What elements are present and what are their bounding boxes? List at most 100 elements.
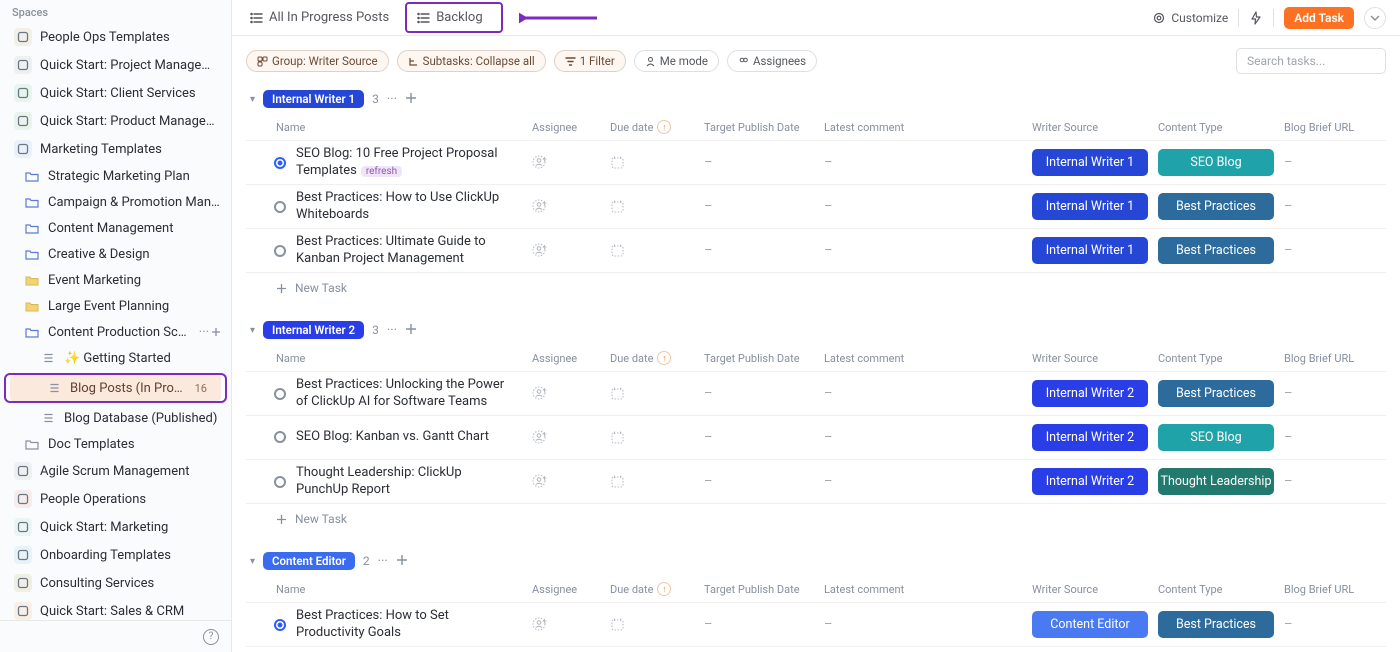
cell-brief-url[interactable]: – [1278, 199, 1378, 214]
sidebar-item[interactable]: Onboarding Templates [0, 541, 231, 569]
group-more-icon[interactable]: ··· [378, 554, 388, 569]
sidebar-item[interactable]: Quick Start: Product Management [0, 107, 231, 135]
sidebar-item[interactable]: Agile Scrum Management [0, 457, 231, 485]
col-latest-comment[interactable]: Latest comment [818, 121, 1026, 134]
task-row[interactable]: Best Practices: How to Use ClickUp White… [246, 185, 1386, 229]
group-add-icon[interactable] [396, 554, 408, 566]
sidebar-item[interactable]: Blog Database (Published) [0, 405, 231, 431]
assign-person-icon[interactable] [532, 155, 548, 171]
calendar-icon[interactable] [610, 199, 625, 214]
automation-icon[interactable] [1249, 11, 1263, 25]
content-type-tag[interactable]: Best Practices [1158, 380, 1274, 407]
assign-person-icon[interactable] [532, 474, 548, 490]
group-name-badge[interactable]: Internal Writer 1 [263, 90, 364, 108]
cell-brief-url[interactable]: – [1278, 386, 1378, 401]
collapse-toggle[interactable]: ▾ [250, 556, 255, 567]
group-more-icon[interactable]: ··· [387, 92, 397, 107]
sidebar-item[interactable]: Event Marketing [0, 267, 231, 293]
content-type-tag[interactable]: Best Practices [1158, 193, 1274, 220]
col-latest-comment[interactable]: Latest comment [818, 352, 1026, 365]
status-dot[interactable] [274, 245, 286, 257]
col-due-date[interactable]: Due date ↑ [604, 582, 698, 596]
content-type-tag[interactable]: SEO Blog [1158, 149, 1274, 176]
assign-person-icon[interactable] [532, 386, 548, 402]
cell-publish-date[interactable]: – [698, 430, 818, 445]
cell-publish-date[interactable]: – [698, 155, 818, 170]
assign-person-icon[interactable] [532, 430, 548, 446]
calendar-icon[interactable] [610, 617, 625, 632]
tab-backlog[interactable]: Backlog [405, 2, 502, 33]
col-content-type[interactable]: Content Type [1152, 352, 1278, 365]
assignees-pill[interactable]: Assignees [727, 50, 817, 72]
sidebar-item[interactable]: Strategic Marketing Plan [0, 163, 231, 189]
task-row[interactable]: SEO Blog: 10 Free Project Proposal Templ… [246, 141, 1386, 185]
col-content-type[interactable]: Content Type [1152, 583, 1278, 596]
cell-brief-url[interactable]: – [1278, 243, 1378, 258]
cell-publish-date[interactable]: – [698, 386, 818, 401]
col-blog-brief-url[interactable]: Blog Brief URL [1278, 583, 1378, 596]
col-due-date[interactable]: Due date ↑ [604, 351, 698, 365]
task-row[interactable]: Best Practices: How to Set Productivity … [246, 603, 1386, 647]
group-add-icon[interactable] [405, 323, 417, 335]
col-name[interactable]: Name [246, 352, 526, 365]
cell-brief-url[interactable]: – [1278, 155, 1378, 170]
group-add-icon[interactable] [405, 92, 417, 104]
subtasks-pill[interactable]: Subtasks: Collapse all [397, 50, 546, 72]
sidebar-item[interactable]: Doc Templates [0, 431, 231, 457]
col-name[interactable]: Name [246, 583, 526, 596]
calendar-icon[interactable] [610, 430, 625, 445]
sidebar-item[interactable]: Creative & Design [0, 241, 231, 267]
content-type-tag[interactable]: Best Practices [1158, 611, 1274, 638]
status-dot[interactable] [274, 201, 286, 213]
calendar-icon[interactable] [610, 386, 625, 401]
col-latest-comment[interactable]: Latest comment [818, 583, 1026, 596]
help-icon[interactable]: ? [203, 629, 219, 645]
cell-latest-comment[interactable]: – [818, 386, 1026, 401]
sidebar-item[interactable]: Quick Start: Marketing [0, 513, 231, 541]
writer-source-tag[interactable]: Internal Writer 1 [1032, 237, 1148, 264]
sidebar-item[interactable]: Consulting Services [0, 569, 231, 597]
assign-person-icon[interactable] [532, 617, 548, 633]
filter-pill[interactable]: 1 Filter [554, 50, 626, 72]
tab-all-in-progress[interactable]: All In Progress Posts [240, 6, 399, 29]
col-writer-source[interactable]: Writer Source [1026, 583, 1152, 596]
cell-latest-comment[interactable]: – [818, 199, 1026, 214]
search-input[interactable] [1236, 48, 1386, 74]
content-type-tag[interactable]: SEO Blog [1158, 424, 1274, 451]
writer-source-tag[interactable]: Content Editor [1032, 611, 1148, 638]
col-publish-date[interactable]: Target Publish Date [698, 121, 818, 134]
task-row[interactable]: Best Practices: Ultimate Guide to Kanban… [246, 229, 1386, 273]
cell-latest-comment[interactable]: – [818, 430, 1026, 445]
sidebar-item[interactable]: Blog Posts (In Progress)16 [10, 375, 221, 401]
cell-publish-date[interactable]: – [698, 199, 818, 214]
writer-source-tag[interactable]: Internal Writer 2 [1032, 468, 1148, 495]
sidebar-item[interactable]: ✨ Getting Started [0, 345, 231, 371]
assign-person-icon[interactable] [532, 243, 548, 259]
calendar-icon[interactable] [610, 243, 625, 258]
sidebar-item[interactable]: Content Production Scali…··· [0, 319, 231, 345]
cell-latest-comment[interactable]: – [818, 155, 1026, 170]
col-due-date[interactable]: Due date ↑ [604, 120, 698, 134]
writer-source-tag[interactable]: Internal Writer 2 [1032, 424, 1148, 451]
col-content-type[interactable]: Content Type [1152, 121, 1278, 134]
col-assignee[interactable]: Assignee [526, 352, 604, 365]
add-task-menu[interactable] [1364, 7, 1386, 29]
group-pill[interactable]: Group: Writer Source [246, 50, 389, 72]
writer-source-tag[interactable]: Internal Writer 2 [1032, 380, 1148, 407]
assign-person-icon[interactable] [532, 199, 548, 215]
col-assignee[interactable]: Assignee [526, 121, 604, 134]
status-dot[interactable] [274, 157, 286, 169]
col-publish-date[interactable]: Target Publish Date [698, 352, 818, 365]
status-dot[interactable] [274, 431, 286, 443]
group-name-badge[interactable]: Content Editor [263, 552, 355, 570]
content-type-tag[interactable]: Best Practices [1158, 237, 1274, 264]
writer-source-tag[interactable]: Internal Writer 1 [1032, 149, 1148, 176]
group-name-badge[interactable]: Internal Writer 2 [263, 321, 364, 339]
task-row[interactable]: Best Practices: Unlocking the Power of C… [246, 372, 1386, 416]
writer-source-tag[interactable]: Internal Writer 1 [1032, 193, 1148, 220]
sidebar-item[interactable]: Quick Start: Project Management [0, 51, 231, 79]
sidebar-item[interactable]: Marketing Templates [0, 135, 231, 163]
new-task-button[interactable]: New Task [246, 504, 1386, 534]
col-blog-brief-url[interactable]: Blog Brief URL [1278, 121, 1378, 134]
cell-latest-comment[interactable]: – [818, 243, 1026, 258]
